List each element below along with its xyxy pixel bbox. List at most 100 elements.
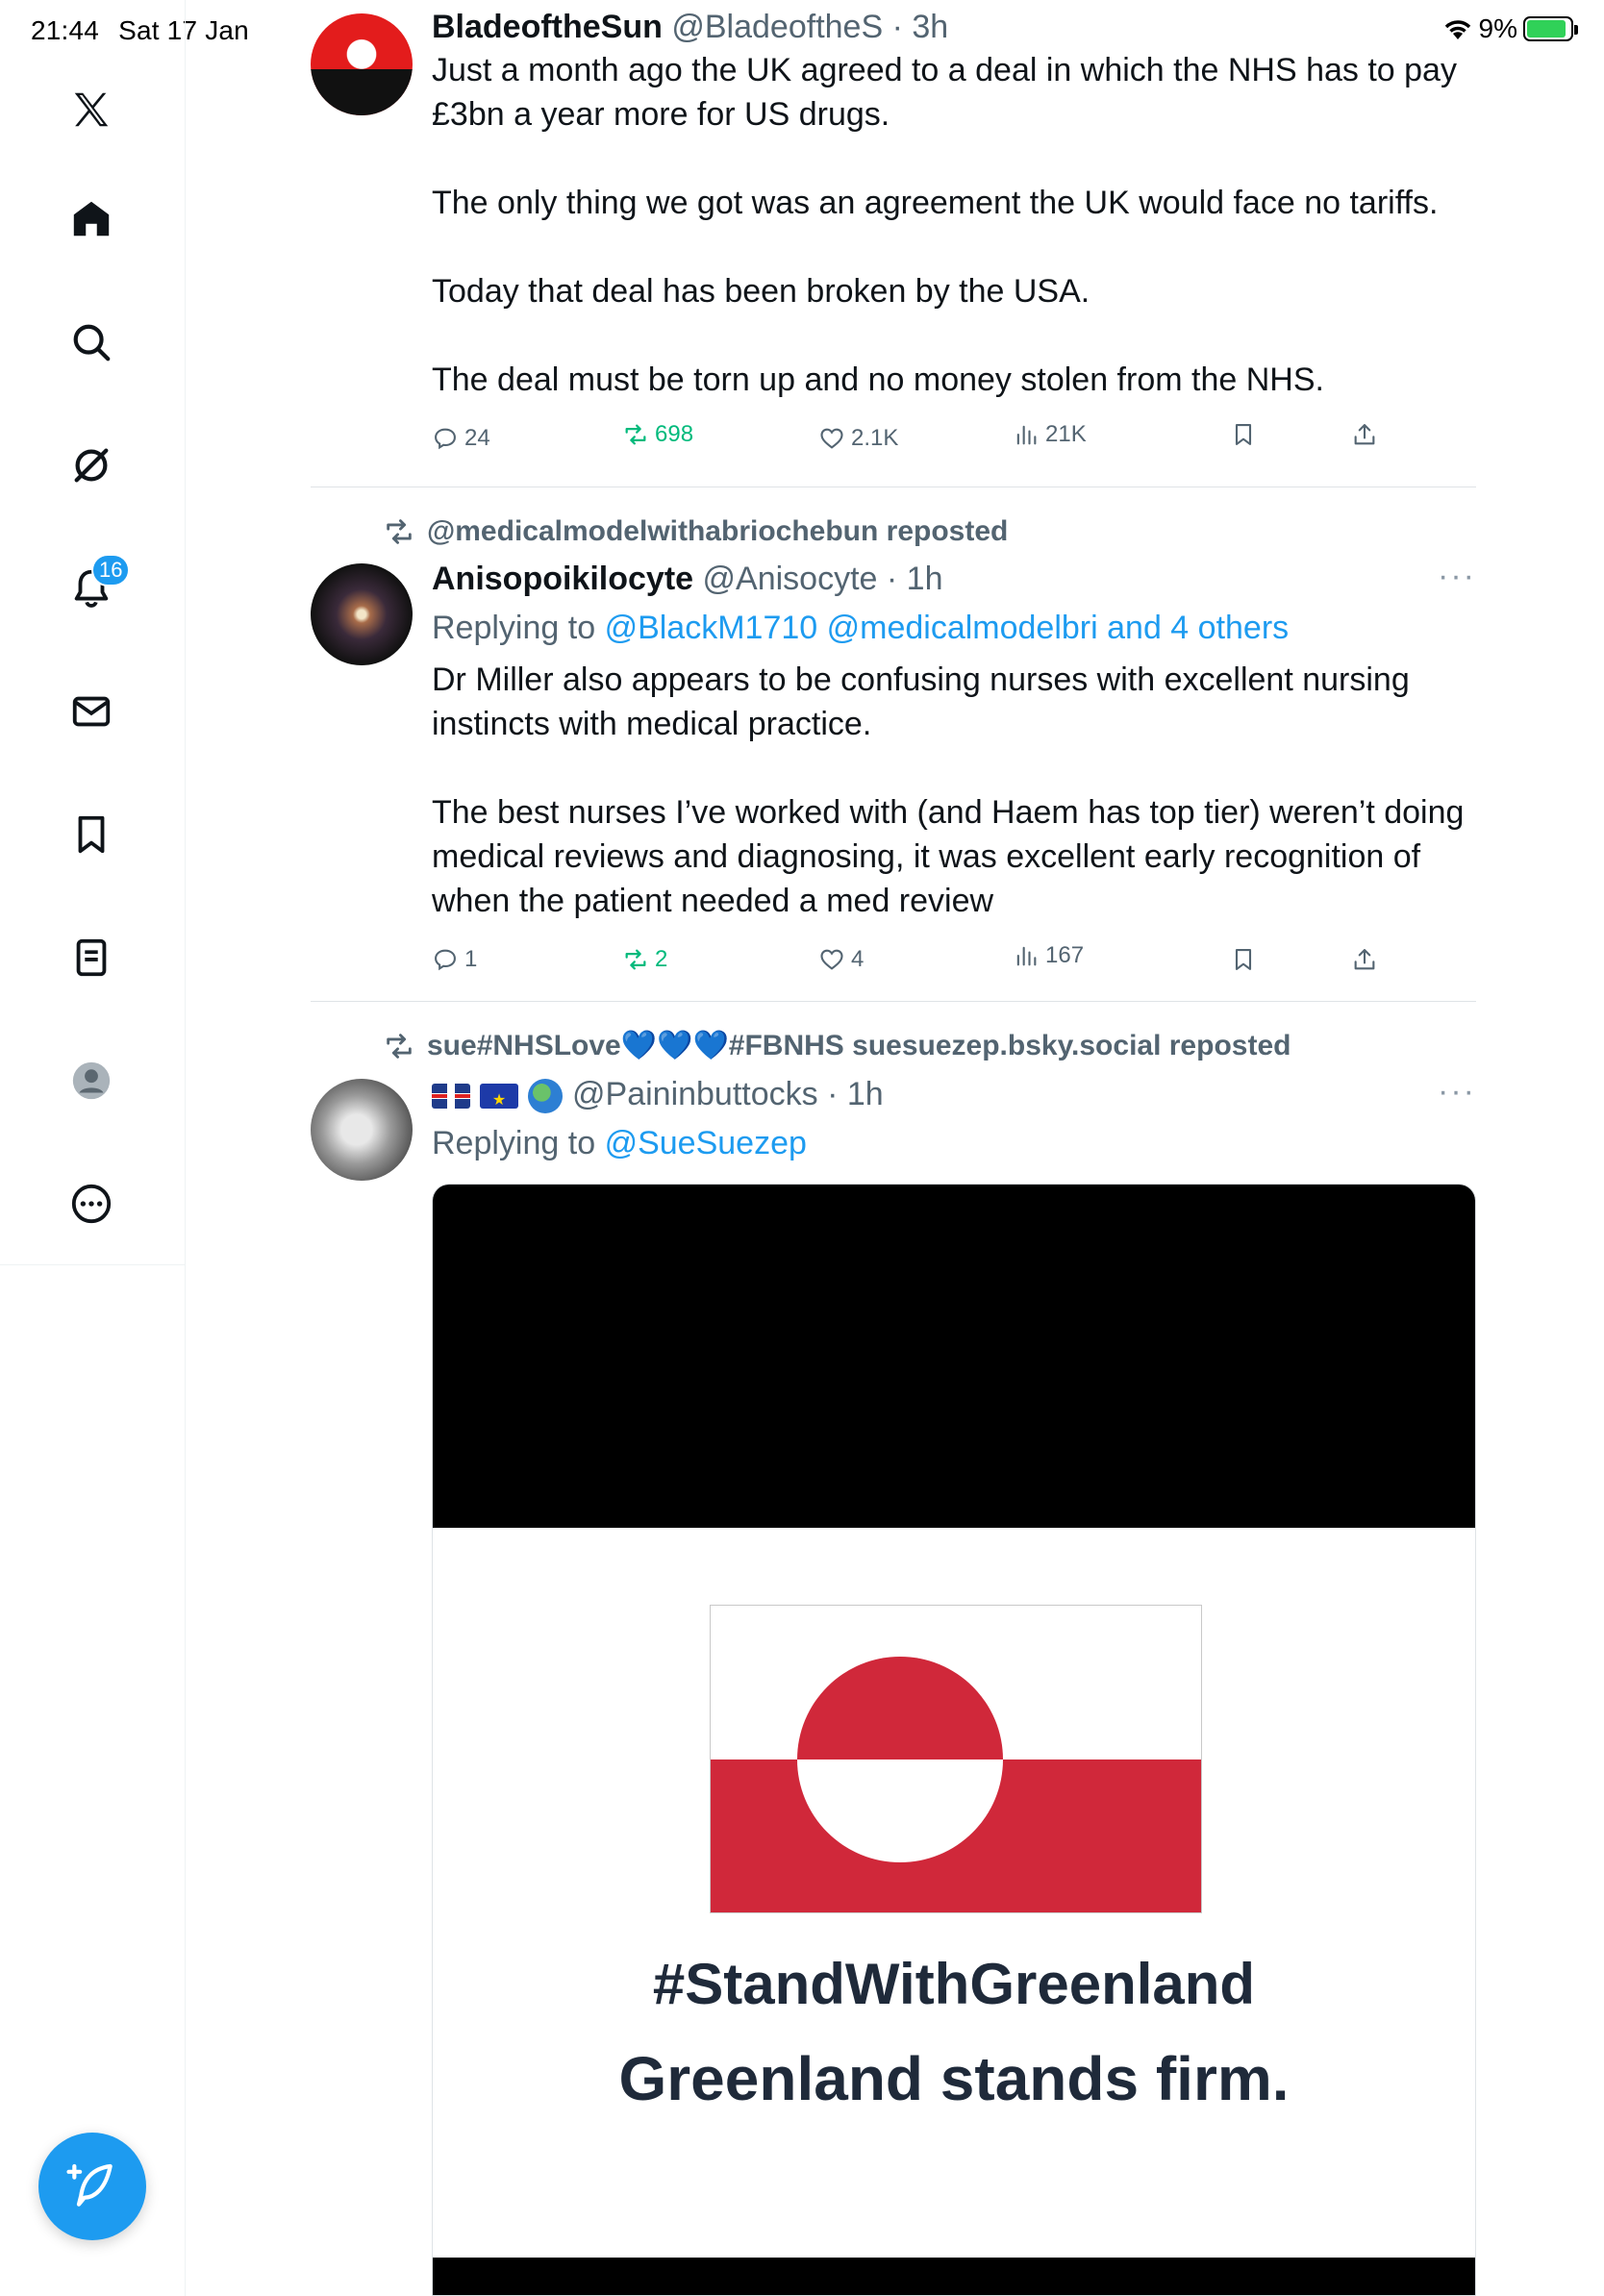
user-handle[interactable]: @Paininbuttocks	[572, 1076, 818, 1112]
repost-icon	[625, 949, 646, 970]
greenland-flag-icon	[710, 1605, 1202, 1913]
tweet-spacer	[432, 225, 1476, 269]
heart-icon	[820, 428, 843, 449]
reply-icon	[435, 428, 456, 450]
tweet-header: @Paininbuttocks · 1h	[432, 1073, 1476, 1115]
home-icon[interactable]	[53, 181, 130, 258]
lists-icon[interactable]	[53, 919, 130, 996]
tweet-time[interactable]: 1h	[847, 1076, 884, 1112]
reply-count: 24	[464, 425, 490, 451]
views-button[interactable]: 167	[1013, 942, 1084, 969]
eu-flag-icon	[480, 1084, 518, 1110]
compose-quill-icon	[66, 2163, 113, 2207]
tweet-paragraph: The deal must be torn up and no money st…	[432, 362, 1324, 398]
display-name[interactable]: BladeoftheSun	[432, 9, 663, 45]
tweet-media-image[interactable]: #StandWithGreenland Greenland stands fir…	[432, 1184, 1476, 2296]
tweet-paragraph: Just a month ago the UK agreed to a deal…	[432, 52, 1457, 133]
media-letterbox-bottom	[433, 2258, 1475, 2295]
tweet-spacer	[432, 137, 1476, 181]
user-handle[interactable]: @Anisocyte	[703, 561, 878, 597]
like-count: 4	[851, 946, 865, 972]
tweet-paragraph: The only thing we got was an agreement t…	[432, 185, 1439, 221]
media-caption-hashtag: #StandWithGreenland	[652, 1952, 1256, 2016]
media-letterbox-top	[433, 1185, 1475, 1528]
notifications-icon[interactable]: 16	[53, 550, 131, 627]
media-caption-line: Greenland stands firm.	[618, 2044, 1290, 2113]
reply-mentions-link[interactable]: @BlackM1710 @medicalmodelbri and 4 other…	[605, 610, 1290, 646]
views-button[interactable]: 21K	[1013, 421, 1087, 448]
bookmark-button[interactable]	[1230, 946, 1257, 973]
views-icon	[1016, 425, 1037, 445]
profile-icon[interactable]	[53, 1042, 130, 1119]
repost-attribution-text: @medicalmodelwithabriochebun reposted	[427, 515, 1009, 547]
tweet-text: Just a month ago the UK agreed to a deal…	[432, 48, 1476, 402]
reply-icon	[435, 949, 456, 971]
repost-attribution[interactable]: sue#NHSLove💙💙💙#FBNHS suesuezep.bsky.soci…	[383, 1029, 1291, 1062]
avatar[interactable]	[311, 1079, 413, 1181]
messages-icon[interactable]	[53, 673, 130, 750]
repost-icon	[387, 1033, 412, 1059]
share-button[interactable]	[1351, 946, 1378, 973]
reply-mentions-link[interactable]: @SueSuezep	[605, 1125, 807, 1161]
like-button[interactable]: 2.1K	[818, 425, 898, 452]
like-count: 2.1K	[851, 425, 899, 451]
tweet-text: Dr Miller also appears to be confusing n…	[432, 658, 1476, 923]
grok-icon[interactable]	[53, 427, 130, 504]
display-name[interactable]: Anisopoikilocyte	[432, 561, 693, 597]
reply-button[interactable]: 24	[432, 425, 490, 452]
repost-icon	[625, 424, 646, 445]
uk-flag-icon	[432, 1084, 470, 1110]
share-button[interactable]	[1351, 421, 1378, 448]
replying-to-label: Replying to	[432, 610, 596, 646]
tweet-paragraph: Today that deal has been broken by the U…	[432, 273, 1090, 310]
reply-button[interactable]: 1	[432, 946, 477, 973]
search-icon[interactable]	[53, 304, 130, 381]
avatar[interactable]	[311, 563, 413, 665]
view-count: 21K	[1045, 421, 1087, 447]
repost-attribution-text: sue#NHSLove💙💙💙#FBNHS suesuezep.bsky.soci…	[427, 1030, 1291, 1061]
repost-count: 2	[655, 946, 668, 972]
tweet-divider	[311, 1001, 1476, 1002]
replying-to: Replying to @SueSuezep	[432, 1121, 1476, 1165]
tweet-header: BladeoftheSun @BladeoftheS · 3h	[432, 9, 949, 45]
repost-icon	[387, 519, 412, 544]
repost-attribution[interactable]: @medicalmodelwithabriochebun reposted	[383, 515, 1008, 548]
repost-count: 698	[655, 421, 694, 447]
tweet-time[interactable]: 1h	[907, 561, 943, 597]
bookmark-icon	[1235, 424, 1252, 445]
x-logo-icon[interactable]	[53, 71, 130, 148]
tweet-spacer	[432, 746, 1476, 790]
like-button[interactable]: 4	[818, 946, 864, 973]
share-icon	[1354, 949, 1375, 970]
bookmark-icon	[1235, 949, 1252, 970]
more-options-icon[interactable]: ···	[1438, 1073, 1476, 1111]
compose-post-button[interactable]	[38, 2133, 146, 2240]
notifications-badge: 16	[91, 554, 131, 586]
avatar[interactable]	[311, 13, 413, 115]
replying-to: Replying to @BlackM1710 @medicalmodelbri…	[432, 606, 1476, 650]
tweet-header: Anisopoikilocyte @Anisocyte · 1h	[432, 561, 943, 597]
tweet-paragraph: Dr Miller also appears to be confusing n…	[432, 661, 1410, 742]
reply-count: 1	[464, 946, 478, 972]
tweet-actions: 24 698 2.1K 21K	[432, 421, 1375, 463]
replying-to-label: Replying to	[432, 1125, 596, 1161]
view-count: 167	[1045, 942, 1085, 968]
views-icon	[1016, 946, 1037, 966]
sidebar: 16	[0, 0, 186, 1265]
repost-button[interactable]: 2	[622, 946, 667, 973]
tweet-time[interactable]: 3h	[912, 9, 948, 45]
tweet-actions: 1 2 4 167	[432, 942, 1375, 985]
user-handle[interactable]: @BladeoftheS	[671, 9, 883, 45]
globe-icon	[528, 1079, 563, 1114]
more-icon[interactable]	[53, 1165, 130, 1242]
battery-icon	[1523, 16, 1578, 41]
tweet-spacer	[432, 313, 1476, 358]
sidebar-divider	[185, 1265, 186, 2296]
more-options-icon[interactable]: ···	[1438, 558, 1476, 595]
repost-button[interactable]: 698	[622, 421, 693, 448]
tweet-paragraph: The best nurses I’ve worked with (and Ha…	[432, 794, 1465, 919]
bookmark-button[interactable]	[1230, 421, 1257, 448]
bookmarks-icon[interactable]	[53, 796, 130, 873]
battery-percent: 9%	[1478, 13, 1517, 43]
share-icon	[1354, 424, 1375, 445]
